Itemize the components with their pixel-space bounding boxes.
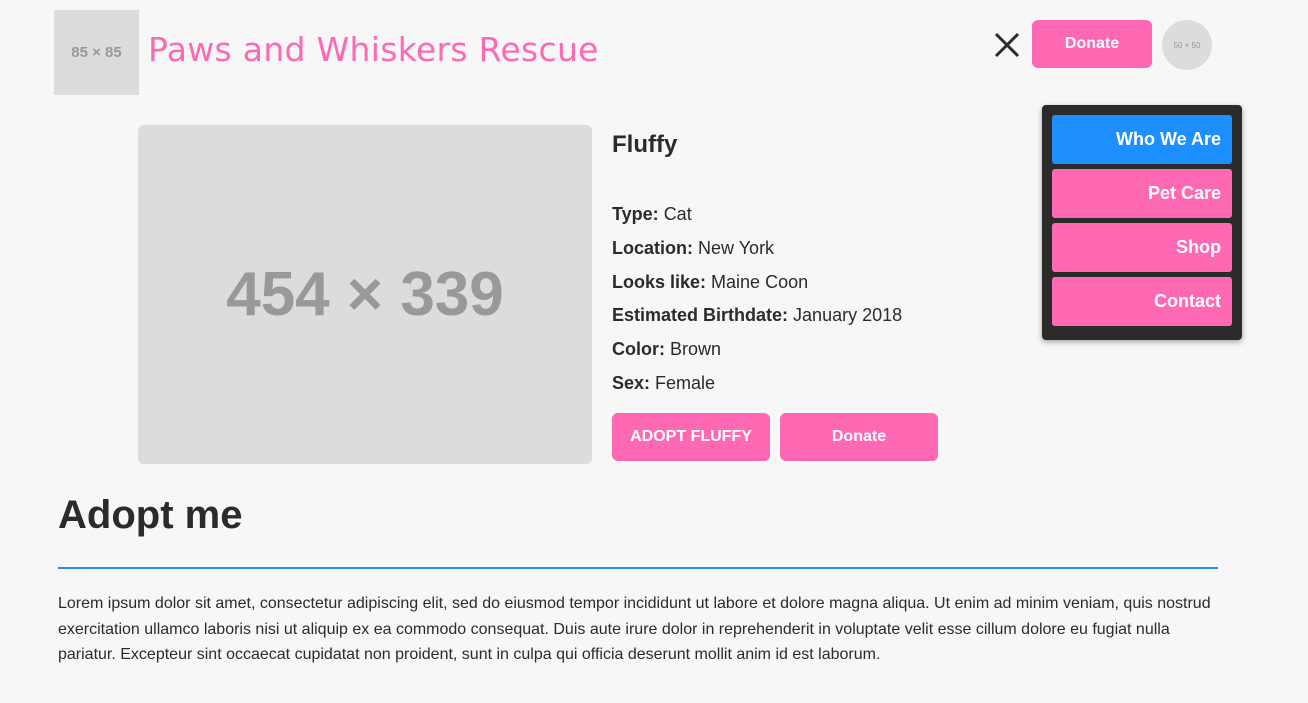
pet-image: 454 × 339 [138,125,592,464]
menu-item-contact[interactable]: Contact [1052,277,1232,326]
pet-donate-button[interactable]: Donate [780,413,938,461]
section-divider [58,567,1218,569]
adopt-button[interactable]: ADOPT FLUFFY [612,413,770,461]
menu-item-who-we-are[interactable]: Who We Are [1052,115,1232,164]
pet-name: Fluffy [612,131,678,158]
fact-sex: Sex: Female [612,370,902,404]
site-logo[interactable]: 85 × 85 [54,10,139,95]
fact-value: January 2018 [793,305,903,326]
fact-label: Type: [612,204,659,224]
fact-label: Estimated Birthdate: [612,305,789,326]
menu-item-shop[interactable]: Shop [1052,223,1232,272]
fact-label: Location: [612,237,693,258]
fact-value: Female [655,372,716,393]
fact-label: Looks like: [612,271,707,292]
header-donate-button[interactable]: Donate [1032,20,1152,68]
section-body: Lorem ipsum dolor sit amet, consectetur … [58,595,1211,663]
section-title: Adopt me [58,493,243,537]
fact-value: Maine Coon [711,271,809,292]
fact-looks-like: Looks like: Maine Coon [612,269,902,303]
fact-location: Location: New York [612,235,902,269]
close-icon[interactable] [990,28,1024,62]
avatar[interactable]: 50 × 50 [1162,20,1212,70]
fact-value: New York [698,237,775,258]
fact-label: Sex: [612,372,651,393]
pet-facts: Type: Cat Location: New York Looks like:… [612,201,902,404]
fact-value: Brown [670,339,722,360]
menu-item-pet-care[interactable]: Pet Care [1052,169,1232,218]
site-title[interactable]: Paws and Whiskers Rescue [148,30,599,69]
fact-type: Type: Cat [612,201,902,235]
fact-label: Color: [612,339,665,360]
nav-menu: Who We Are Pet Care Shop Contact [1042,105,1242,340]
fact-value: Cat [663,204,692,224]
fact-color: Color: Brown [612,336,902,370]
fact-birthdate: Estimated Birthdate: January 2018 [612,302,902,336]
